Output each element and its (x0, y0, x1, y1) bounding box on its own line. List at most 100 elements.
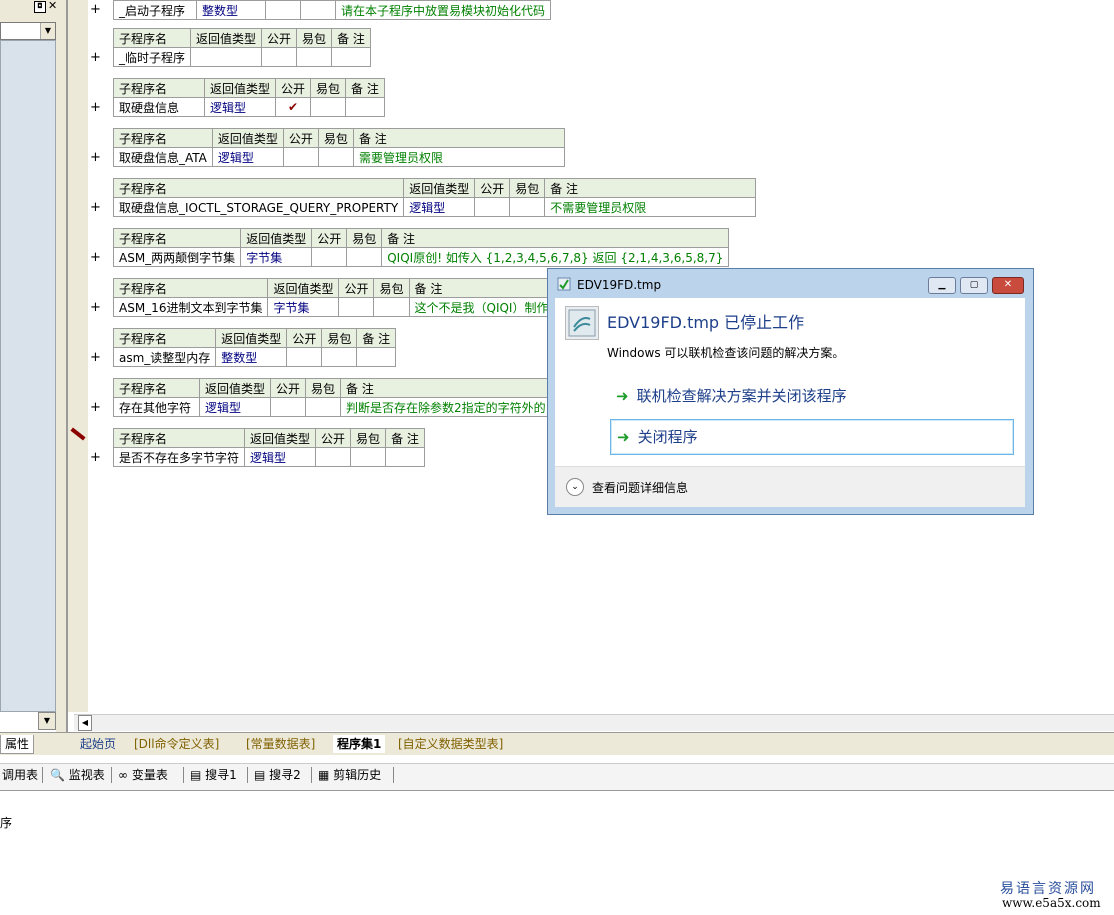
column-header: 公开 (315, 428, 352, 448)
sub-pkg[interactable] (509, 197, 546, 217)
sub-pkg[interactable] (317, 147, 354, 167)
clip-history-button[interactable]: ▦ 剪辑历史 (318, 766, 381, 784)
minimize-button[interactable]: ▁ (928, 277, 956, 294)
sub-type[interactable]: 逻辑型 (211, 147, 284, 167)
sub-pkg[interactable] (373, 297, 410, 317)
sub-type[interactable]: 整数型 (215, 347, 288, 367)
sub-type[interactable]: 逻辑型 (198, 397, 272, 417)
sub-note[interactable] (356, 347, 397, 367)
sub-note[interactable]: 请在本子程序中放置易模块初始化代码 (334, 0, 552, 20)
sub-public[interactable] (315, 447, 352, 467)
sub-type[interactable]: 字节集 (240, 247, 313, 267)
sub-public[interactable] (338, 297, 375, 317)
watch-table-button[interactable]: 🔍 监视表 (50, 766, 105, 784)
sub-pkg[interactable] (296, 47, 333, 67)
sub-pkg[interactable] (305, 397, 342, 417)
sub-public[interactable] (270, 397, 307, 417)
tab-start[interactable]: 起始页 (80, 735, 116, 753)
tab-const[interactable]: [常量数据表] (246, 735, 315, 753)
sub-pkg[interactable] (310, 97, 347, 117)
sub-note[interactable] (385, 447, 425, 467)
sub-note[interactable]: 不需要管理员权限 (544, 197, 757, 217)
horizontal-scrollbar[interactable] (74, 714, 1114, 731)
expand-icon[interactable]: + (90, 450, 101, 465)
sub-type[interactable]: 字节集 (267, 297, 340, 317)
column-header: 子程序名 (112, 278, 269, 298)
sub-public[interactable]: ✔ (275, 97, 312, 117)
chevron-down-icon[interactable]: ▼ (40, 23, 55, 39)
sub-name[interactable]: 存在其他字符 (113, 397, 200, 417)
sub-table: 子程序名 返回值类型 公开 易包备 注取硬盘信息_IOCTL_STORAGE_QUER… (112, 178, 757, 217)
scroll-down-button[interactable]: ▼ (38, 712, 56, 730)
sub-note[interactable] (345, 97, 385, 117)
close-program-option[interactable]: ➜ 关闭程序 (610, 419, 1014, 455)
sub-type[interactable]: 逻辑型 (203, 97, 277, 117)
watermark-title: 易语言资源网 (1000, 881, 1096, 897)
sub-name[interactable]: ASM_16进制文本到字节集 (112, 297, 269, 317)
sub-note[interactable]: QIQI原创! 如传入 {1,2,3,4,5,6,7,8} 返回 {2,1,4,… (381, 247, 730, 267)
scroll-left-button[interactable]: ◀ (78, 715, 92, 731)
expand-icon[interactable]: + (90, 2, 101, 17)
tab-properties[interactable]: 属性 (0, 735, 35, 754)
expand-icon[interactable]: + (90, 50, 101, 65)
expand-icon[interactable]: + (90, 350, 101, 365)
object-combo[interactable]: ▼ (0, 22, 56, 40)
column-header: 备 注 (345, 78, 385, 98)
sub-type[interactable]: 整数型 (196, 0, 266, 20)
sub-name[interactable]: 取硬盘信息_ATA (113, 147, 213, 167)
pin-icon[interactable]: ◘ (34, 1, 46, 13)
dialog-close-button[interactable]: ✕ (992, 277, 1024, 294)
dialog-description: Windows 可以联机检查该问题的解决方案。 (607, 346, 845, 360)
search1-button[interactable]: ▤ 搜寻1 (190, 766, 237, 784)
view-details-link[interactable]: 查看问题详细信息 (592, 479, 688, 496)
sub-note[interactable]: 需要管理员权限 (352, 147, 565, 167)
sub-type[interactable] (190, 47, 263, 67)
expand-icon[interactable]: + (90, 400, 101, 415)
column-header: 子程序名 (112, 328, 217, 348)
sub-pkg[interactable] (350, 447, 387, 467)
variable-table-button[interactable]: ∞ 变量表 (118, 766, 168, 784)
check-online-option[interactable]: ➜ 联机检查解决方案并关闭该程序 (610, 379, 1012, 413)
call-table-button[interactable]: 调用表 (2, 766, 38, 784)
sub-public[interactable] (261, 47, 298, 67)
sub-note[interactable] (331, 47, 371, 67)
variable-table-label: 变量表 (131, 768, 168, 782)
sub-type[interactable]: 逻辑型 (403, 197, 476, 217)
sub-type[interactable]: 逻辑型 (244, 447, 317, 467)
sub-note[interactable]: 判断是否存在除参数2指定的字符外的 (340, 397, 553, 417)
expand-icon[interactable]: + (90, 250, 101, 265)
sub-name[interactable]: 是否不存在多字节字符 (112, 447, 246, 467)
sub-public[interactable] (265, 0, 301, 20)
sub-name[interactable]: 取硬盘信息 (113, 97, 205, 117)
column-header: 子程序名 (113, 78, 205, 98)
tab-dll[interactable]: [Dll命令定义表] (134, 735, 219, 753)
sub-name[interactable]: _临时子程序 (112, 47, 192, 67)
sub-name[interactable]: _启动子程序 (113, 0, 197, 20)
editor-border (66, 0, 68, 732)
sub-public[interactable] (282, 147, 319, 167)
sub-public[interactable] (311, 247, 348, 267)
expand-icon[interactable]: + (90, 300, 101, 315)
chevron-down-icon[interactable]: ⌄ (566, 478, 584, 496)
sub-public[interactable] (474, 197, 511, 217)
tab-program-set[interactable]: 程序集1 (333, 735, 386, 753)
expand-icon[interactable]: + (90, 200, 101, 215)
sub-pkg[interactable] (300, 0, 336, 20)
maximize-button[interactable]: ▢ (960, 277, 988, 294)
column-header: 返回值类型 (198, 378, 272, 398)
search2-button[interactable]: ▤ 搜寻2 (254, 766, 301, 784)
tab-custom-types[interactable]: [自定义数据类型表] (398, 735, 503, 753)
sub-pkg[interactable] (321, 347, 358, 367)
column-header: 易包 (317, 128, 354, 148)
expand-icon[interactable]: + (90, 100, 101, 115)
sub-pkg[interactable] (346, 247, 383, 267)
column-header: 公开 (275, 78, 312, 98)
sub-public[interactable] (286, 347, 323, 367)
expand-icon[interactable]: + (90, 150, 101, 165)
sub-name[interactable]: asm_读整型内存 (112, 347, 217, 367)
sub-name[interactable]: ASM_两两颠倒字节集 (112, 247, 242, 267)
sub-name[interactable]: 取硬盘信息_IOCTL_STORAGE_QUERY_PROPERTY (112, 197, 405, 217)
toolbar-separator (393, 767, 394, 783)
column-header: 公开 (311, 228, 348, 248)
toolbar-separator (311, 767, 312, 783)
